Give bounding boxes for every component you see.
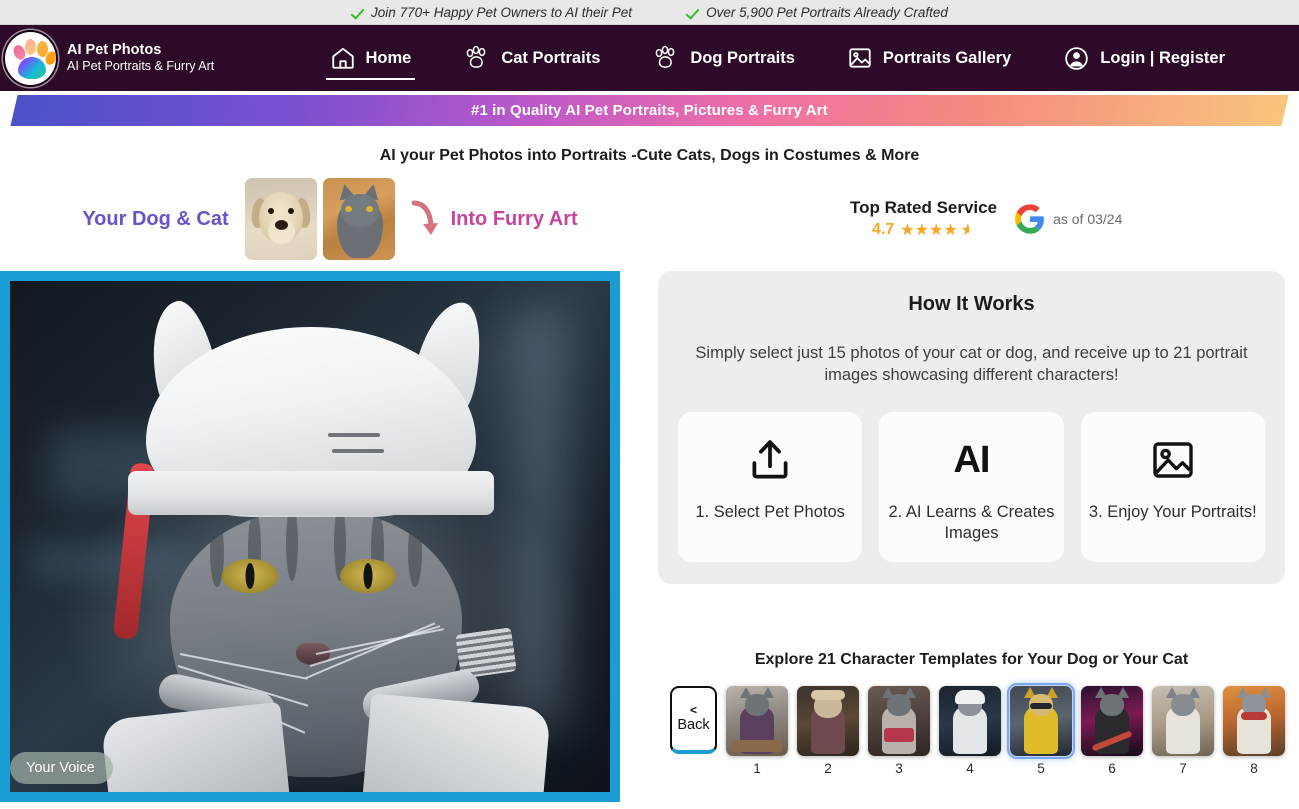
your-pet-label: Your Dog & Cat [82, 207, 229, 230]
nav-label: Dog Portraits [690, 48, 795, 67]
cat-in-suit-at-cafe[interactable] [726, 685, 788, 756]
template-number: 8 [1250, 760, 1258, 776]
image-icon [1149, 434, 1197, 486]
dog-in-hat-with-drink[interactable] [797, 685, 859, 756]
rating-section: Top Rated Service 4.7 ★★★★ ★ as of 03/24 [660, 198, 1299, 240]
step-label: 2. AI Learns & Creates Images [888, 502, 1055, 542]
template-thumb-5[interactable]: 5 [1007, 682, 1075, 776]
nav-label: Login | Register [1100, 48, 1225, 67]
cat-rockstar-with-guitar[interactable] [1081, 685, 1143, 756]
cat-in-kimono-with-umbrella[interactable] [868, 685, 930, 756]
promo-banner-wrap: #1 in Quality AI Pet Portraits, Pictures… [0, 91, 1299, 131]
template-number: 2 [824, 760, 832, 776]
nav-item-home[interactable]: Home [304, 25, 438, 91]
carousel-back-button[interactable]: < Back [670, 685, 717, 754]
step-label: 3. Enjoy Your Portraits! [1088, 502, 1257, 521]
rating-stars: ★★★★ [900, 222, 958, 239]
rating-title: Top Rated Service [850, 198, 998, 217]
check-icon [351, 6, 364, 19]
top-notification-bar: Join 770+ Happy Pet Owners to AI their P… [0, 0, 1299, 25]
google-g-icon [1015, 204, 1045, 234]
chevron-left-icon: < [689, 702, 697, 717]
template-number: 5 [1037, 760, 1045, 776]
nav-item-cat-portraits[interactable]: Cat Portraits [437, 25, 626, 91]
steps-row: 1. Select Pet Photos AI 2. AI Learns & C… [678, 411, 1265, 562]
rating-as-of-date: as of 03/24 [1053, 211, 1123, 227]
nav-item-login-register[interactable]: Login | Register [1037, 25, 1251, 91]
nav-item-portraits-gallery[interactable]: Portraits Gallery [821, 25, 1037, 91]
paw-icon [463, 45, 491, 71]
main-navigation: Home Cat Portraits Dog Portraits Portrai… [214, 25, 1299, 91]
site-header: AI Pet Photos AI Pet Portraits & Furry A… [0, 25, 1299, 91]
template-number: 1 [753, 760, 761, 776]
brand-title: AI Pet Photos [67, 42, 162, 59]
image-icon [847, 45, 873, 71]
template-thumb-2[interactable]: 2 [797, 685, 859, 776]
step-card-ai-learns[interactable]: AI 2. AI Learns & Creates Images [879, 411, 1064, 562]
transform-illustration: Your Dog & Cat Into Furry Art [0, 178, 660, 260]
how-it-works-description: Simply select just 15 photos of your cat… [695, 344, 1248, 385]
grey-cat-photo [322, 178, 395, 260]
notification-item: Join 770+ Happy Pet Owners to AI their P… [351, 5, 632, 20]
template-number: 4 [966, 760, 974, 776]
template-thumb-8[interactable]: 8 [1223, 685, 1285, 776]
upload-icon [745, 434, 795, 486]
hero-row: Your Dog & Cat Into Furry Art Top Rated … [0, 171, 1299, 267]
hero-image-column: Your Voice [0, 267, 654, 802]
template-thumb-7[interactable]: 7 [1152, 685, 1214, 776]
step-card-select-photos[interactable]: 1. Select Pet Photos [678, 411, 863, 562]
dog-in-yellow-racing-suit[interactable] [1007, 682, 1075, 759]
templates-title: Explore 21 Character Templates for Your … [754, 650, 1189, 668]
brand-subtitle: AI Pet Portraits & Furry Art [67, 59, 215, 74]
golden-retriever-photo [244, 178, 317, 260]
check-icon [686, 6, 699, 19]
nav-item-dog-portraits[interactable]: Dog Portraits [626, 25, 821, 91]
main-content: Your Voice How It Works Simply select ju… [0, 267, 1299, 802]
user-circle-icon [1063, 45, 1090, 72]
cat-stormtrooper[interactable] [939, 685, 1001, 756]
nav-label: Portraits Gallery [882, 48, 1012, 67]
curved-arrow-down-icon [407, 197, 441, 241]
notification-text: Over 5,900 Pet Portraits Already Crafted [706, 4, 948, 20]
paw-icon [652, 45, 680, 71]
notification-item: Over 5,900 Pet Portraits Already Crafted [686, 5, 948, 20]
promo-banner-text: #1 in Quality AI Pet Portraits, Pictures… [471, 102, 828, 119]
ai-text: AI [953, 438, 990, 481]
cat-chef-outdoor-patio[interactable] [1152, 685, 1214, 756]
how-it-works-panel: How It Works Simply select just 15 photo… [658, 271, 1285, 584]
promo-banner: #1 in Quality AI Pet Portraits, Pictures… [10, 95, 1289, 126]
how-it-works-title: How It Works [908, 293, 1035, 315]
ai-text-icon: AI [953, 434, 990, 486]
page-subtitle: AI your Pet Photos into Portraits -Cute … [379, 147, 920, 164]
rating-half-star: ★ [960, 222, 976, 239]
info-column: How It Works Simply select just 15 photo… [654, 267, 1299, 802]
back-label: Back [677, 717, 710, 734]
nav-label: Home [365, 48, 412, 67]
your-voice-button[interactable]: Your Voice [10, 752, 113, 784]
cat-in-puffer-jacket-sunset[interactable] [1223, 685, 1285, 756]
template-thumb-6[interactable]: 6 [1081, 685, 1143, 776]
template-number: 7 [1179, 760, 1187, 776]
template-number: 6 [1108, 760, 1116, 776]
template-thumb-1[interactable]: 1 [726, 685, 788, 776]
notification-text: Join 770+ Happy Pet Owners to AI their P… [371, 4, 633, 20]
into-furry-art-label: Into Furry Art [450, 207, 578, 230]
template-number: 3 [895, 760, 903, 776]
brand-logo-link[interactable]: AI Pet Photos AI Pet Portraits & Furry A… [0, 29, 215, 87]
stormtrooper-cat-portrait[interactable]: Your Voice [0, 271, 620, 802]
rating-score: 4.7 [872, 221, 895, 238]
templates-carousel: < Back 1 2 3 4 5 6 7 8 [658, 682, 1285, 776]
step-card-enjoy-portraits[interactable]: 3. Enjoy Your Portraits! [1080, 411, 1265, 562]
template-thumb-3[interactable]: 3 [868, 685, 930, 776]
template-thumb-4[interactable]: 4 [939, 685, 1001, 776]
paw-print-logo-icon [3, 29, 58, 87]
nav-label: Cat Portraits [501, 48, 601, 67]
step-label: 1. Select Pet Photos [695, 502, 845, 521]
home-icon [330, 45, 356, 71]
